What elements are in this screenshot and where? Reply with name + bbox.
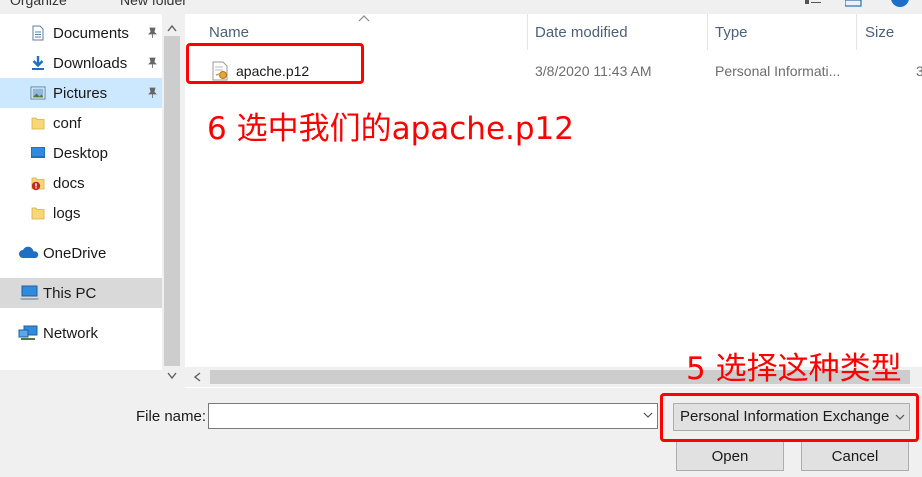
help-icon[interactable] [890, 0, 910, 10]
nav-item-onedrive[interactable]: OneDrive [0, 238, 162, 268]
nav-item-network[interactable]: Network [0, 318, 162, 348]
nav-item-downloads[interactable]: Downloads [0, 48, 162, 78]
nav-item-logs[interactable]: logs [0, 198, 162, 228]
nav-item-conf[interactable]: conf [0, 108, 162, 138]
annotation-step-5: 5 选择这种类型 [686, 351, 902, 387]
nav-label-desktop: Desktop [53, 144, 109, 162]
annotation-step-6: 6 选中我们的apache.p12 [207, 111, 574, 147]
preview-pane-icon[interactable] [845, 0, 863, 8]
folder-icon [31, 117, 45, 130]
navigation-pane: Documents Downloads Pictures conf Deskto… [0, 14, 162, 370]
nav-label-onedrive: OneDrive [43, 244, 107, 262]
pin-icon[interactable] [146, 27, 158, 39]
column-separator[interactable] [856, 14, 857, 50]
nav-label-downloads: Downloads [53, 54, 128, 72]
nav-label-docs: docs [53, 174, 85, 192]
file-name-label: File name: [136, 408, 207, 425]
folder-warning-icon [31, 177, 45, 191]
sort-ascending-icon [358, 15, 370, 22]
column-separator[interactable] [527, 14, 528, 50]
nav-item-documents[interactable]: Documents [0, 18, 162, 48]
desktop-icon [31, 147, 45, 158]
file-type: Personal Informati... [715, 63, 841, 79]
nav-label-pictures: Pictures [53, 84, 108, 102]
toolbar: Organize New folder [0, 0, 922, 14]
nav-label-logs: logs [53, 204, 81, 222]
new-folder-button[interactable]: New folder [120, 0, 187, 8]
scroll-down-icon[interactable] [167, 372, 177, 380]
column-header-type[interactable]: Type [715, 14, 748, 50]
open-button[interactable]: Open [676, 441, 784, 471]
column-separator[interactable] [707, 14, 708, 50]
nav-item-pictures[interactable]: Pictures [0, 78, 162, 108]
network-icon [18, 325, 38, 340]
organize-button[interactable]: Organize [10, 0, 67, 8]
file-name-dropdown-icon[interactable] [643, 412, 653, 420]
scroll-left-icon[interactable] [193, 372, 201, 382]
nav-scrollbar[interactable] [162, 14, 182, 388]
onedrive-icon [19, 246, 39, 258]
documents-icon [32, 25, 44, 41]
view-options-icon[interactable] [805, 0, 823, 6]
file-name-input[interactable] [208, 403, 658, 429]
file-size: 3 [916, 63, 922, 79]
column-header-date-modified[interactable]: Date modified [535, 14, 628, 50]
nav-label-network: Network [43, 324, 99, 342]
annotation-box-filetype [660, 393, 919, 442]
downloads-icon [32, 56, 44, 70]
pictures-icon [30, 86, 46, 100]
file-date-modified: 3/8/2020 11:43 AM [535, 63, 652, 79]
cancel-button[interactable]: Cancel [801, 441, 909, 471]
this-pc-icon [20, 285, 39, 300]
nav-label-documents: Documents [53, 24, 129, 42]
nav-item-desktop[interactable]: Desktop [0, 138, 162, 168]
nav-item-this-pc[interactable]: This PC [0, 278, 162, 308]
folder-icon [31, 207, 45, 220]
pin-icon[interactable] [146, 57, 158, 69]
column-header-size[interactable]: Size [865, 14, 894, 50]
annotation-box-file [186, 43, 364, 84]
scroll-up-icon[interactable] [167, 24, 177, 32]
nav-label-conf: conf [53, 114, 82, 132]
nav-label-this-pc: This PC [43, 284, 97, 302]
nav-pane-footer [0, 370, 162, 388]
nav-item-docs[interactable]: docs [0, 168, 162, 198]
nav-scrollbar-thumb[interactable] [164, 36, 180, 366]
pin-icon[interactable] [146, 87, 158, 99]
